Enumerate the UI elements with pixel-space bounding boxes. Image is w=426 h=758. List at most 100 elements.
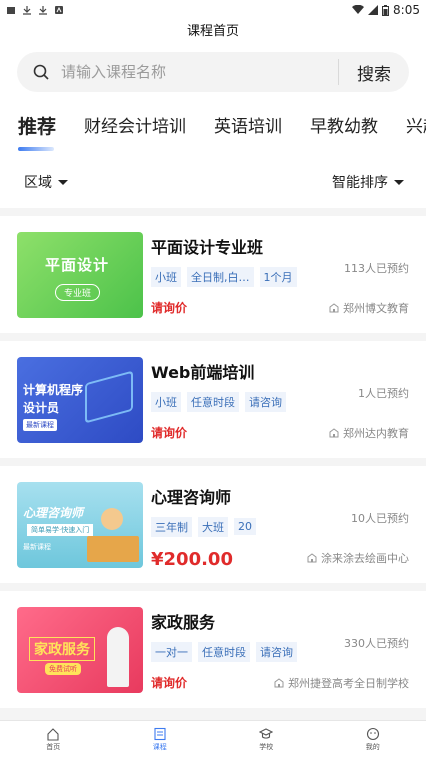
thumbnail-badge: 最新课程: [23, 418, 57, 431]
school-name: 郑州达内教育: [329, 425, 409, 441]
wifi-icon: [352, 5, 365, 14]
course-price: ¥200.00: [151, 548, 233, 570]
thumbnail-illustration: [107, 626, 129, 687]
school-name: 郑州捷登高考全日制学校: [274, 675, 409, 691]
thumbnail-text: 平面设计: [45, 255, 110, 274]
thumbnail-badge: 免费试听: [45, 662, 81, 675]
signal-icon: [368, 5, 379, 15]
nav-school-label: 学校: [259, 743, 274, 751]
category-tabs: 推荐 财经会计培训 英语培训 早教幼教 兴趣: [0, 100, 426, 156]
course-tag: 任意时段: [187, 391, 239, 412]
school-name: 郑州博文教育: [329, 300, 409, 316]
course-thumbnail: 计算机程序 设计员 最新课程: [17, 356, 143, 443]
thumbnail-illustration: [101, 507, 123, 530]
course-tag: 任意时段: [198, 641, 250, 662]
thumbnail-illustration: [87, 535, 139, 562]
course-tag: 一对一: [151, 641, 192, 662]
nav-home[interactable]: 首页: [0, 721, 107, 758]
course-tag: 请咨询: [245, 391, 286, 412]
thumbnail-badge: 专业班: [55, 283, 101, 301]
search-section: 搜索: [0, 46, 426, 100]
course-tag: 1个月: [259, 266, 297, 287]
page-title: 课程首页: [0, 20, 426, 46]
download-icon: [39, 6, 47, 15]
nav-course[interactable]: 课程: [107, 721, 214, 758]
course-title: 家政服务: [151, 612, 216, 632]
school-label: 涂来涂去绘画中心: [321, 551, 409, 565]
thumbnail-badge: 最新课程: [23, 542, 51, 551]
filter-bar: 区域 智能排序: [0, 156, 426, 208]
download-icon: [23, 6, 31, 15]
search-input[interactable]: [49, 63, 338, 81]
tab-english[interactable]: 英语培训: [214, 112, 282, 137]
sort-label: 智能排序: [332, 175, 388, 191]
thumbnail-text: 计算机程序: [23, 382, 84, 397]
course-info: Web前端培训 小班 任意时段 请咨询 1人已预约 请询价 郑州达内教育: [151, 357, 409, 443]
tab-interest[interactable]: 兴趣: [406, 112, 426, 137]
nav-profile-label: 我的: [365, 743, 380, 751]
sort-dropdown[interactable]: 智能排序: [332, 172, 404, 192]
school-name: 涂来涂去绘画中心: [307, 550, 409, 566]
course-info: 心理咨询师 三年制 大班 20 10人已预约 ¥200.00 涂来涂去绘画中心: [151, 482, 409, 570]
school-label: 郑州捷登高考全日制学校: [288, 676, 409, 690]
course-tag: 小班: [151, 266, 181, 287]
region-label: 区域: [24, 175, 52, 191]
enrollment-count: 330人已预约: [344, 636, 409, 650]
course-card[interactable]: 计算机程序 设计员 最新课程 Web前端培训 小班 任意时段 请咨询 1人已预约…: [0, 341, 426, 458]
course-tag: 三年制: [151, 516, 192, 537]
course-tag: 20: [234, 518, 256, 535]
status-right-icons: 8:05: [352, 3, 420, 17]
course-card[interactable]: 平面设计 专业班 平面设计专业班 小班 全日制,白… 1个月 113人已预约 请…: [0, 216, 426, 333]
app-icon: [55, 6, 63, 14]
tab-recommend[interactable]: 推荐: [18, 112, 56, 151]
caret-down-icon: [394, 179, 404, 185]
course-tag: 全日制,白…: [187, 266, 254, 287]
school-icon: [329, 302, 339, 312]
course-info: 家政服务 一对一 任意时段 请咨询 330人已预约 请询价 郑州捷登高考全日制学…: [151, 607, 409, 693]
thumbnail-illustration: [85, 370, 133, 423]
profile-icon: [366, 727, 379, 741]
app-icon: [7, 7, 15, 14]
course-title: 心理咨询师: [151, 487, 232, 507]
nav-course-label: 课程: [152, 743, 167, 751]
course-price: 请询价: [151, 300, 188, 315]
status-left-icons: [6, 5, 64, 15]
school-icon: [307, 552, 317, 562]
thumbnail-text: 心理咨询师: [23, 505, 84, 520]
search-icon: [33, 64, 49, 80]
enrollment-count: 113人已预约: [344, 261, 409, 275]
search-bar: 搜索: [17, 52, 409, 92]
school-icon: [329, 427, 339, 437]
course-thumbnail: 心理咨询师 简单易学·快速入门 最新课程: [17, 481, 143, 568]
bottom-nav: 首页 课程 学校 我的: [0, 720, 426, 758]
nav-profile[interactable]: 我的: [320, 721, 426, 758]
status-time: 8:05: [393, 3, 420, 17]
enrollment-count: 10人已预约: [351, 511, 409, 525]
region-dropdown[interactable]: 区域: [24, 172, 68, 192]
home-icon: [47, 728, 59, 741]
tab-early-education[interactable]: 早教幼教: [310, 112, 378, 137]
course-card[interactable]: 心理咨询师 简单易学·快速入门 最新课程 心理咨询师 三年制 大班 20 10人…: [0, 466, 426, 583]
school-icon: [259, 728, 274, 739]
course-icon: [154, 727, 166, 741]
course-tag: 大班: [198, 516, 228, 537]
school-label: 郑州博文教育: [343, 301, 409, 315]
course-tag: 小班: [151, 391, 181, 412]
course-thumbnail: 平面设计 专业班: [17, 231, 143, 318]
nav-home-label: 首页: [46, 743, 61, 751]
course-price: 请询价: [151, 675, 188, 690]
status-bar: 8:05: [0, 0, 426, 20]
course-info: 平面设计专业班 小班 全日制,白… 1个月 113人已预约 请询价 郑州博文教育: [151, 232, 409, 318]
course-title: Web前端培训: [151, 362, 255, 382]
course-card[interactable]: 家政服务 免费试听 家政服务 一对一 任意时段 请咨询 330人已预约 请询价 …: [0, 591, 426, 708]
tab-finance-accounting[interactable]: 财经会计培训: [84, 112, 186, 137]
battery-icon: [382, 4, 390, 16]
thumbnail-text: 简单易学·快速入门: [27, 523, 94, 536]
enrollment-count: 1人已预约: [358, 386, 409, 400]
thumbnail-text: 设计员: [23, 400, 60, 415]
caret-down-icon: [58, 179, 68, 185]
school-label: 郑州达内教育: [343, 426, 409, 440]
course-title: 平面设计专业班: [151, 237, 264, 257]
nav-school[interactable]: 学校: [213, 721, 320, 758]
search-button[interactable]: 搜索: [339, 60, 409, 85]
